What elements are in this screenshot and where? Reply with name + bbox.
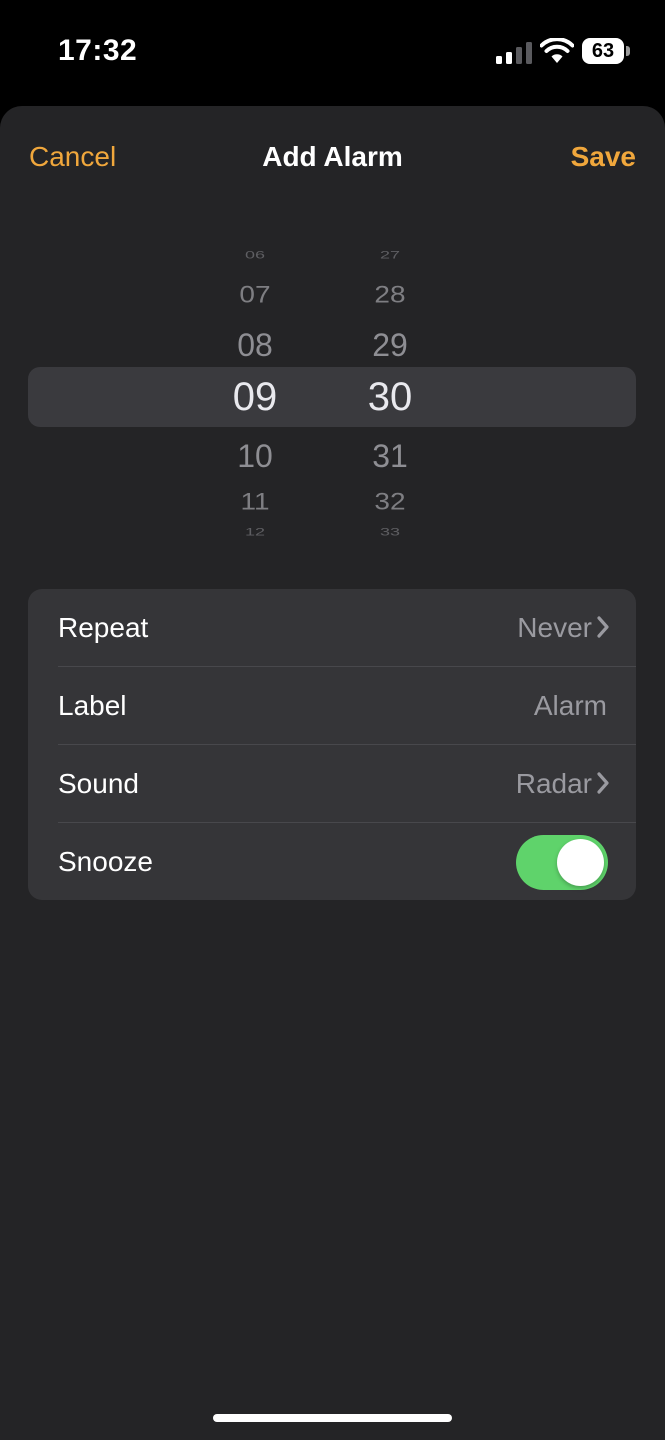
navigation-bar: Cancel Add Alarm Save: [0, 106, 665, 206]
minute-selected[interactable]: 30: [330, 377, 450, 417]
hour-option[interactable]: 12: [195, 527, 315, 538]
snooze-toggle[interactable]: [516, 835, 608, 890]
hour-option[interactable]: 11: [195, 490, 315, 514]
add-alarm-sheet: Cancel Add Alarm Save 06 07 08 09 10 11 12 27 2…: [0, 106, 665, 1440]
repeat-value: Never: [517, 612, 592, 643]
alarm-settings-list: Repeat Never Label Alarm Sound Radar Sno…: [28, 589, 636, 900]
alarm-label-field[interactable]: Alarm: [534, 667, 607, 744]
label-label: Label: [58, 690, 127, 721]
repeat-label: Repeat: [58, 612, 149, 643]
hour-option[interactable]: 10: [195, 440, 315, 472]
wifi-icon: [540, 38, 574, 63]
status-bar: 17:32 63: [0, 0, 665, 105]
label-row[interactable]: Label Alarm: [28, 667, 636, 744]
minute-option[interactable]: 29: [330, 329, 450, 361]
minute-option[interactable]: 31: [330, 440, 450, 472]
minute-option[interactable]: 32: [330, 490, 450, 514]
chevron-right-icon: [597, 772, 609, 794]
hour-option[interactable]: 08: [195, 329, 315, 361]
hour-wheel[interactable]: 06 07 08 09 10 11 12: [195, 234, 315, 559]
sound-value: Radar: [515, 768, 592, 799]
snooze-label: Snooze: [58, 846, 153, 877]
sound-row[interactable]: Sound Radar: [28, 745, 636, 822]
status-time: 17:32: [58, 34, 138, 67]
repeat-row[interactable]: Repeat Never: [28, 589, 636, 666]
minute-option[interactable]: 27: [330, 250, 450, 261]
sound-label: Sound: [58, 768, 139, 799]
minute-wheel[interactable]: 27 28 29 30 31 32 33: [330, 234, 450, 559]
snooze-row: Snooze: [28, 823, 636, 900]
time-picker: 06 07 08 09 10 11 12 27 28 29 30 31 32 33: [0, 234, 665, 559]
save-button[interactable]: Save: [571, 141, 636, 173]
cancel-button[interactable]: Cancel: [29, 141, 116, 173]
cellular-signal-icon: [496, 42, 532, 64]
battery-icon: 63: [582, 38, 630, 66]
minute-option[interactable]: 28: [330, 283, 450, 307]
battery-tip: [626, 46, 630, 56]
hour-selected[interactable]: 09: [195, 377, 315, 417]
hour-option[interactable]: 07: [195, 283, 315, 307]
hour-option[interactable]: 06: [195, 250, 315, 261]
chevron-right-icon: [597, 616, 609, 638]
home-indicator[interactable]: [213, 1414, 452, 1422]
minute-option[interactable]: 33: [330, 527, 450, 538]
toggle-knob: [557, 839, 604, 886]
battery-level: 63: [591, 40, 615, 62]
